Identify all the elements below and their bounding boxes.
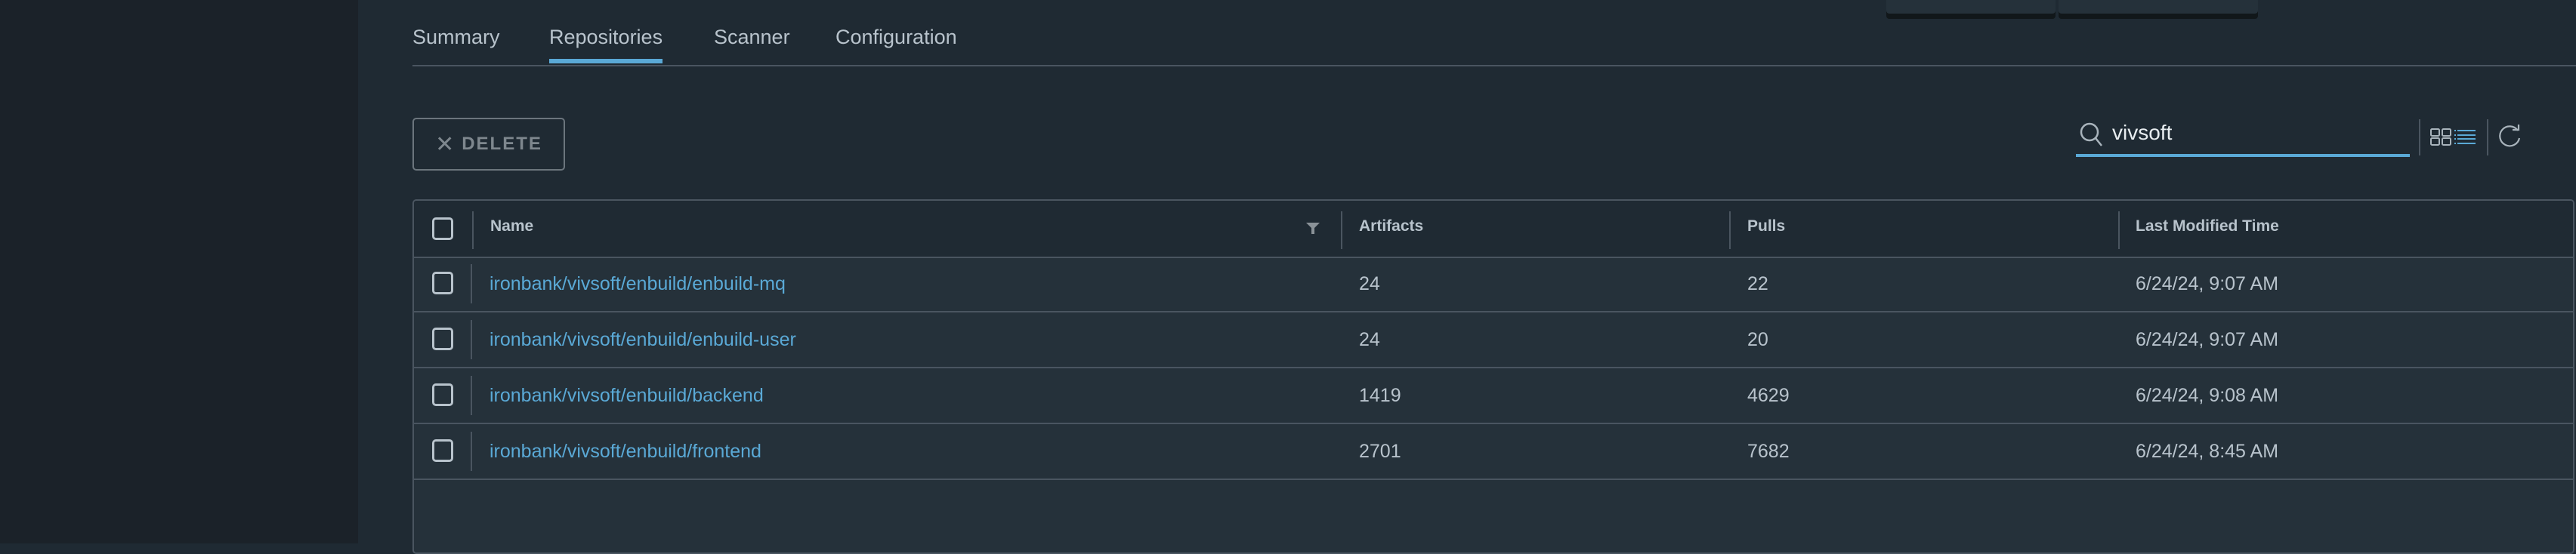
grid-list-toggle-icon[interactable] [2430,128,2477,150]
repository-link[interactable]: ironbank/vivsoft/enbuild/backend [490,385,764,407]
last-modified-time: 6/24/24, 9:07 AM [2136,273,2279,294]
repository-link[interactable]: ironbank/vivsoft/enbuild/enbuild-mq [490,273,786,295]
search-field[interactable] [2076,115,2410,157]
row-checkbox[interactable] [432,328,453,350]
column-separator [472,211,474,249]
search-input[interactable] [2112,118,2399,148]
table-row: ironbank/vivsoft/enbuild/backend 1419 46… [414,368,2573,424]
column-header-name[interactable]: Name [490,217,533,235]
pulls-count: 7682 [1747,441,1790,462]
toolbar-divider [2419,119,2420,155]
table-row: ironbank/vivsoft/enbuild/enbuild-user 24… [414,312,2573,368]
column-separator [471,264,472,303]
last-modified-time: 6/24/24, 9:07 AM [2136,329,2279,350]
repositories-table: Name Artifacts Pulls Last Modified Time … [412,199,2574,554]
toolbar-divider [2487,119,2488,155]
delete-label: DELETE [462,134,542,154]
delete-button[interactable]: ✕ DELETE [412,118,565,171]
repository-link[interactable]: ironbank/vivsoft/enbuild/frontend [490,441,761,463]
artifacts-count: 24 [1359,273,1380,294]
column-separator[interactable] [2118,211,2120,249]
column-separator[interactable] [1341,211,1342,249]
row-checkbox[interactable] [432,439,453,462]
table-row: ironbank/vivsoft/enbuild/enbuild-mq 24 2… [414,257,2573,312]
column-separator [471,432,472,471]
table-header: Name Artifacts Pulls Last Modified Time [414,201,2573,258]
artifacts-count: 1419 [1359,385,1401,406]
tab-scanner[interactable]: Scanner [714,26,790,63]
close-icon: ✕ [435,131,455,157]
column-header-artifacts[interactable]: Artifacts [1359,217,1423,235]
column-separator [471,376,472,415]
tab-bar: Summary Repositories Scanner Configurati… [412,0,2576,66]
last-modified-time: 6/24/24, 8:45 AM [2136,441,2279,462]
row-checkbox[interactable] [432,383,453,406]
tab-configuration[interactable]: Configuration [836,26,957,63]
column-header-last-modified-time[interactable]: Last Modified Time [2136,217,2279,235]
column-header-pulls[interactable]: Pulls [1747,217,1785,235]
repository-link[interactable]: ironbank/vivsoft/enbuild/enbuild-user [490,329,796,351]
column-separator [471,320,472,359]
row-checkbox[interactable] [432,272,453,294]
select-all-checkbox[interactable] [432,217,453,240]
pulls-count: 22 [1747,273,1768,294]
artifacts-count: 2701 [1359,441,1401,462]
tab-summary[interactable]: Summary [412,26,500,63]
filter-icon[interactable] [1305,222,1320,239]
refresh-icon[interactable] [2497,124,2523,153]
table-row: ironbank/vivsoft/enbuild/frontend 2701 7… [414,424,2573,480]
left-navigation-panel [0,0,358,543]
column-separator[interactable] [1729,211,1731,249]
tab-repositories[interactable]: Repositories [549,26,663,63]
last-modified-time: 6/24/24, 9:08 AM [2136,385,2279,406]
pulls-count: 4629 [1747,385,1790,406]
pulls-count: 20 [1747,329,1768,350]
search-icon [2079,122,2106,152]
artifacts-count: 24 [1359,329,1380,350]
